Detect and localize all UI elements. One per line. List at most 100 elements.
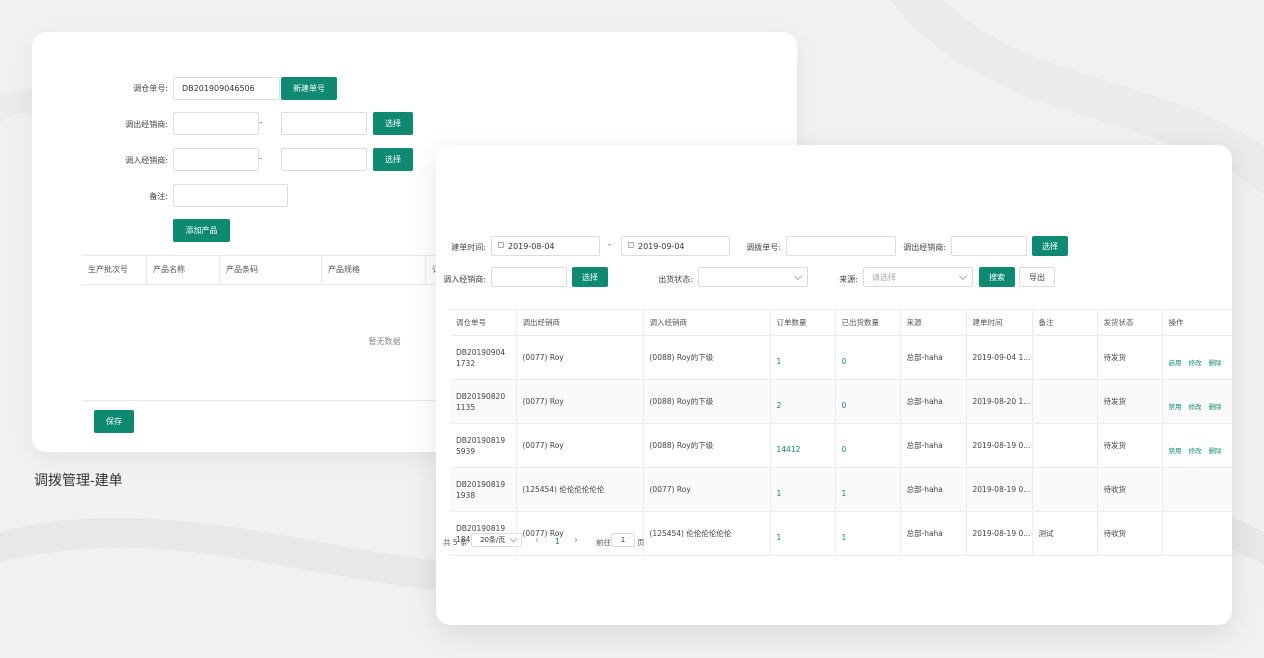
ship-status-label: 出货状态: <box>658 275 693 284</box>
cell-remark <box>1032 335 1098 380</box>
cell-shipped-qty: 1 <box>835 511 901 556</box>
page-unit: 页 <box>637 538 645 547</box>
out-dealer-to-input[interactable] <box>281 112 367 135</box>
cell-out-dealer: (125454) 伦伦伦伦伦伦 <box>516 467 644 512</box>
cell-status: 待发货 <box>1097 335 1163 380</box>
cell-actions <box>1162 467 1232 512</box>
cell-remark <box>1032 379 1098 424</box>
disable-link[interactable]: 禁用 <box>1169 447 1182 455</box>
cell-in-dealer: (0088) Roy的下级 <box>643 379 771 424</box>
in-dealer-from-input[interactable] <box>173 148 259 171</box>
chevron-down-icon <box>509 535 518 543</box>
cell-in-dealer: (0088) Roy的下级 <box>643 335 771 380</box>
page-caption: 调拨管理-建单 <box>34 472 123 488</box>
table-row[interactable]: DB201908201135 (0077) Roy (0088) Roy的下级 … <box>450 379 1232 424</box>
column-header: 产品规格 <box>322 256 426 284</box>
cell-created-time: 2019-08-19 0... <box>966 467 1033 512</box>
page-size-value: 20条/页 <box>480 536 506 544</box>
cell-in-dealer: (0077) Roy <box>643 467 771 512</box>
save-button[interactable]: 保存 <box>94 410 134 433</box>
cell-actions: 禁用 修改 删除 <box>1162 423 1232 468</box>
column-header: 来源 <box>900 309 967 336</box>
cell-remark: 测试 <box>1032 511 1098 556</box>
cell-remark <box>1032 423 1098 468</box>
range-dash: - <box>608 240 612 250</box>
cell-source: 总部-haha <box>900 467 967 512</box>
edit-link[interactable]: 修改 <box>1189 403 1202 411</box>
cell-transfer-no: DB201909041732 <box>450 335 517 380</box>
table-row[interactable]: DB201908191938 (125454) 伦伦伦伦伦伦 (0077) Ro… <box>450 467 1232 512</box>
delete-link[interactable]: 删除 <box>1209 403 1222 411</box>
range-dash: - <box>259 118 263 128</box>
out-dealer-label: 调出经销商: <box>125 120 168 129</box>
cell-shipped-qty: 1 <box>835 467 901 512</box>
transfer-table: 调仓单号 调出经销商 调入经销商 订单数量 已出货数量 来源 建单时间 备注 发… <box>450 309 1232 556</box>
in-dealer-label: 调入经销商: <box>125 156 168 165</box>
cell-source: 总部-haha <box>900 335 967 380</box>
current-page[interactable]: 1 <box>555 537 560 546</box>
page-size-select[interactable]: 20条/页 <box>471 533 522 547</box>
export-button[interactable]: 导出 <box>1019 267 1055 287</box>
column-header: 建单时间 <box>966 309 1033 336</box>
column-header: 调入经销商 <box>643 309 771 336</box>
disable-link[interactable]: 禁用 <box>1169 403 1182 411</box>
transfer-no-label: 调仓单号: <box>133 84 168 93</box>
column-header: 订单数量 <box>770 309 836 336</box>
date-from-picker[interactable]: 2019-08-04 <box>491 236 600 256</box>
cell-source: 总部-haha <box>900 423 967 468</box>
remark-input[interactable] <box>173 184 288 207</box>
transfer-no-filter-input[interactable] <box>786 236 896 256</box>
in-dealer-to-input[interactable] <box>281 148 367 171</box>
remark-label: 备注: <box>149 192 168 201</box>
enable-link[interactable]: 启用 <box>1169 359 1182 367</box>
cell-status: 待发货 <box>1097 423 1163 468</box>
column-header: 生产批次号 <box>82 256 147 284</box>
source-placeholder: 请选择 <box>872 272 896 282</box>
in-dealer-filter-select-button[interactable]: 选择 <box>572 267 608 287</box>
out-dealer-select-button[interactable]: 选择 <box>373 112 413 135</box>
out-dealer-from-input[interactable] <box>173 112 259 135</box>
cell-out-dealer: (0077) Roy <box>516 423 644 468</box>
delete-link[interactable]: 删除 <box>1209 359 1222 367</box>
in-dealer-select-button[interactable]: 选择 <box>373 148 413 171</box>
cell-order-qty: 2 <box>770 379 836 424</box>
date-from-value: 2019-08-04 <box>508 241 555 251</box>
cell-out-dealer: (0077) Roy <box>516 379 644 424</box>
table-row[interactable]: DB201908195939 (0077) Roy (0088) Roy的下级 … <box>450 423 1232 468</box>
table-row[interactable]: DB201908191842 (0077) Roy (125454) 伦伦伦伦伦… <box>450 511 1232 556</box>
prev-page-button[interactable]: ‹ <box>535 535 539 546</box>
delete-link[interactable]: 删除 <box>1209 447 1222 455</box>
transfer-no-input[interactable]: DB201909046506 <box>173 77 280 100</box>
transfer-no-filter-label: 调拨单号: <box>746 243 781 252</box>
cell-actions: 禁用 修改 删除 <box>1162 379 1232 424</box>
chevron-down-icon <box>793 271 803 281</box>
search-button[interactable]: 搜索 <box>979 267 1015 287</box>
out-dealer-filter-select-button[interactable]: 选择 <box>1032 236 1068 256</box>
goto-page-input[interactable]: 1 <box>611 533 635 547</box>
new-transfer-no-button[interactable]: 新建单号 <box>281 77 337 100</box>
cell-status: 待发货 <box>1097 379 1163 424</box>
cell-source: 总部-haha <box>900 511 967 556</box>
cell-out-dealer: (0077) Roy <box>516 335 644 380</box>
source-select[interactable]: 请选择 <box>863 267 973 287</box>
cell-shipped-qty: 0 <box>835 379 901 424</box>
date-to-picker[interactable]: 2019-09-04 <box>621 236 730 256</box>
cell-created-time: 2019-08-19 0... <box>966 511 1033 556</box>
edit-link[interactable]: 修改 <box>1189 359 1202 367</box>
in-dealer-filter-label: 调入经销商: <box>443 275 486 284</box>
ship-status-select[interactable] <box>698 267 808 287</box>
table-row[interactable]: DB201909041732 (0077) Roy (0088) Roy的下级 … <box>450 335 1232 380</box>
out-dealer-filter-label: 调出经销商: <box>903 243 946 252</box>
transfer-list-card: 建单时间: 2019-08-04 - 2019-09-04 调拨单号: 调出经销… <box>436 145 1232 625</box>
edit-link[interactable]: 修改 <box>1189 447 1202 455</box>
column-header: 调仓单号 <box>450 309 517 336</box>
cell-order-qty: 14412 <box>770 423 836 468</box>
add-product-button[interactable]: 添加产品 <box>173 219 230 242</box>
date-to-value: 2019-09-04 <box>638 241 685 251</box>
column-header: 已出货数量 <box>835 309 901 336</box>
cell-shipped-qty: 0 <box>835 423 901 468</box>
out-dealer-filter-input[interactable] <box>951 236 1027 256</box>
in-dealer-filter-input[interactable] <box>491 267 567 287</box>
source-label: 来源: <box>839 275 858 284</box>
next-page-button[interactable]: › <box>574 535 578 546</box>
